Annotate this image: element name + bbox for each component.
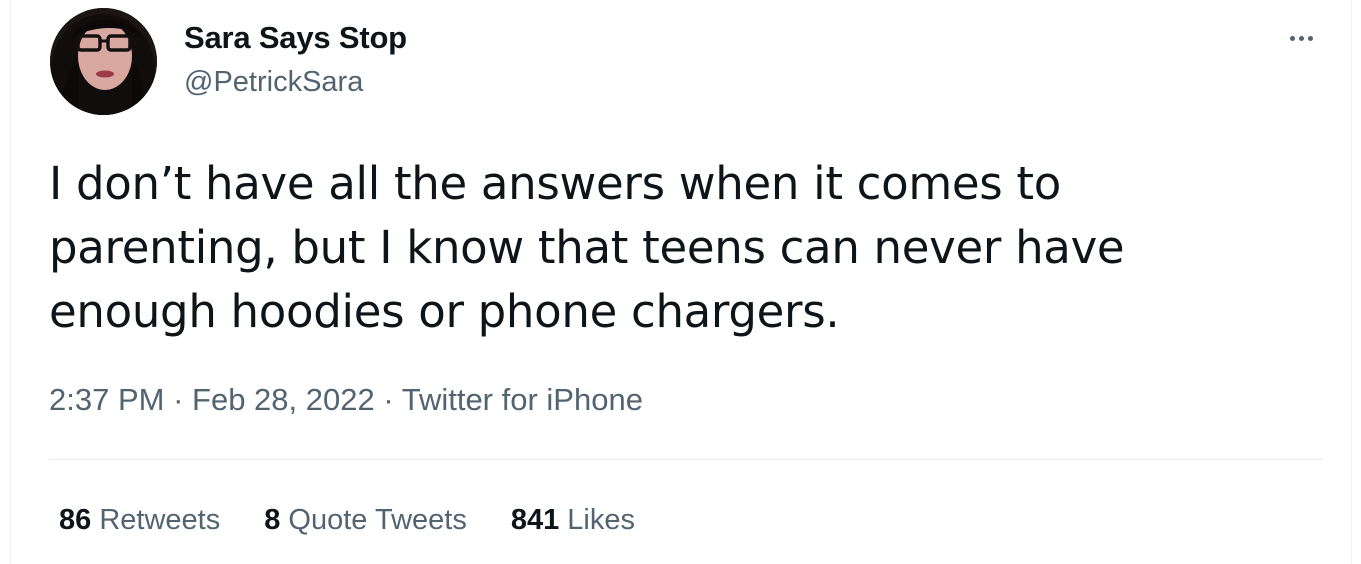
tweet-date[interactable]: Feb 28, 2022 xyxy=(192,382,375,417)
more-horizontal-icon xyxy=(1289,35,1295,41)
meta-separator: · xyxy=(164,382,193,417)
retweets-count: 86 xyxy=(59,504,92,536)
tweet-source[interactable]: Twitter for iPhone xyxy=(402,382,643,417)
meta-separator: · xyxy=(374,382,402,417)
retweets-label: Retweets xyxy=(99,504,221,536)
tweet-time[interactable]: 2:37 PM xyxy=(49,382,164,417)
more-horizontal-icon-dot xyxy=(1307,35,1313,41)
author-handle[interactable]: @PetrickSara xyxy=(184,64,363,100)
likes-stat[interactable]: 841 Likes xyxy=(511,500,635,540)
quote-tweets-stat[interactable]: 8 Quote Tweets xyxy=(264,500,467,540)
tweet-text: I don’t have all the answers when it com… xyxy=(49,157,1125,338)
likes-count: 841 xyxy=(510,504,560,536)
tweet-card: Sara Says Stop @PetrickSara I don’t have… xyxy=(10,0,1352,564)
more-horizontal-icon-dot xyxy=(1298,35,1304,41)
divider xyxy=(49,459,1323,460)
author-name[interactable]: Sara Says Stop xyxy=(184,20,407,56)
tweet-meta: 2:37 PM · Feb 28, 2022 · Twitter for iPh… xyxy=(49,380,643,420)
avatar-image xyxy=(50,8,157,115)
quote-tweets-label: Quote Tweets xyxy=(288,504,467,536)
tweet-stats: 86 Retweets 8 Quote Tweets 841 Likes xyxy=(59,500,635,540)
more-options-button[interactable] xyxy=(1277,22,1325,54)
likes-label: Likes xyxy=(567,504,635,536)
avatar[interactable] xyxy=(50,8,157,115)
retweets-stat[interactable]: 86 Retweets xyxy=(59,500,220,540)
quote-tweets-count: 8 xyxy=(264,504,281,536)
